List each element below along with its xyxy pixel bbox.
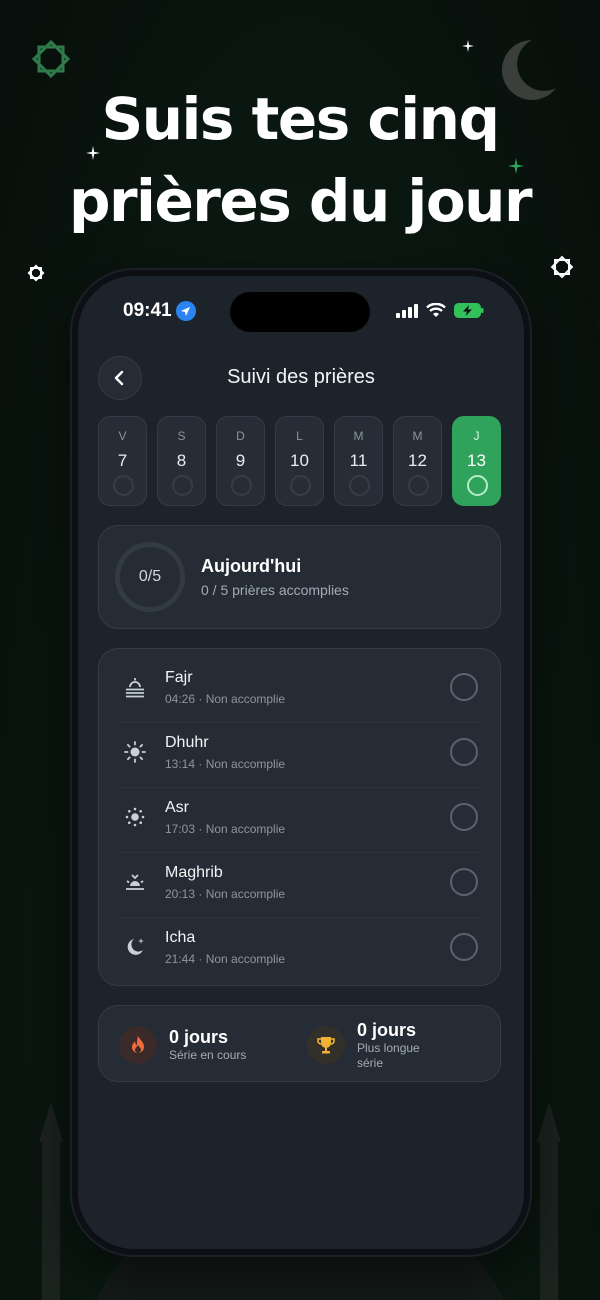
star-ornament-icon <box>550 255 574 279</box>
prayer-row-maghrib[interactable]: Maghrib 20:13 · Non accomplie <box>99 852 500 917</box>
day-progress-ring <box>172 475 193 496</box>
flame-icon <box>132 1036 144 1053</box>
prayer-check-circle[interactable] <box>450 933 478 961</box>
day-number: 13 <box>467 451 486 470</box>
minaret-left <box>39 1102 63 1300</box>
day-progress-ring <box>290 475 311 496</box>
sun-small-icon <box>125 807 145 827</box>
day-progress-ring <box>349 475 370 496</box>
moon-stars-icon <box>127 938 144 955</box>
app-screen: 09:41 Suivi des prières V 7 S 8 D 9 L 10… <box>78 276 524 1249</box>
sunrise-icon <box>126 678 144 698</box>
star-ornament-icon <box>27 264 45 282</box>
day-progress-ring <box>231 475 252 496</box>
today-title: Aujourd'hui <box>201 556 302 576</box>
prayer-check-circle[interactable] <box>450 868 478 896</box>
sunset-icon <box>126 874 144 890</box>
page-title: Suivi des prières <box>227 366 375 388</box>
location-arrow-icon <box>175 301 196 321</box>
prayer-check-circle[interactable] <box>450 738 478 766</box>
day-number: 11 <box>349 451 368 470</box>
longest-streak-value: 0 jours <box>357 1020 417 1040</box>
headline-line-2: prières du jour <box>68 167 533 235</box>
longest-streak-label: Plus longue série <box>357 1041 420 1071</box>
day-number: 12 <box>408 451 427 470</box>
prayer-time-status: 20:13 · Non accomplie <box>165 887 286 901</box>
day-item-13-selected[interactable]: J 13 <box>452 416 501 506</box>
day-number: 10 <box>290 451 309 470</box>
day-number: 8 <box>176 451 187 470</box>
trophy-icon <box>317 1037 335 1054</box>
streak-card: 0 jours Série en cours 0 jours Plus long… <box>98 1005 501 1082</box>
day-item-7[interactable]: V 7 <box>98 416 147 506</box>
today-subtitle: 0 / 5 prières accomplies <box>201 582 349 598</box>
prayer-name: Fajr <box>165 669 193 686</box>
prayer-time-status: 04:26 · Non accomplie <box>165 692 286 706</box>
day-item-9[interactable]: D 9 <box>216 416 265 506</box>
trophy-badge <box>307 1026 345 1064</box>
battery-charging-icon <box>454 303 484 318</box>
prayer-time-status: 13:14 · Non accomplie <box>165 757 286 771</box>
minaret-right <box>537 1102 561 1300</box>
phone-frame: 09:41 Suivi des prières V 7 S 8 D 9 L 10… <box>72 270 530 1255</box>
prayer-name: Maghrib <box>165 864 223 881</box>
day-letter: M <box>353 429 364 443</box>
status-bar-time: 09:41 <box>123 300 196 322</box>
clock-text: 09:41 <box>123 300 172 321</box>
prayer-time-status: 17:03 · Non accomplie <box>165 822 286 836</box>
prayer-time-status: 21:44 · Non accomplie <box>165 952 286 966</box>
longest-streak-label-line-2: série <box>357 1056 384 1070</box>
day-item-8[interactable]: S 8 <box>157 416 206 506</box>
prayer-name: Asr <box>165 799 189 816</box>
day-letter: J <box>473 429 480 443</box>
week-day-selector: V 7 S 8 D 9 L 10 M 11 M 12 J 13 <box>98 416 501 506</box>
wifi-icon <box>426 303 446 317</box>
prayer-name: Dhuhr <box>165 734 209 751</box>
dynamic-island <box>230 292 370 332</box>
day-letter: L <box>296 429 303 443</box>
sun-icon <box>124 741 146 763</box>
today-progress-text: 0/5 <box>138 568 162 585</box>
star-ornament-icon <box>32 40 70 78</box>
current-streak-label: Série en cours <box>169 1048 247 1062</box>
day-letter: M <box>412 429 423 443</box>
status-bar-icons <box>396 303 484 318</box>
prayer-name: Icha <box>165 929 196 946</box>
day-letter: S <box>177 429 186 443</box>
prayer-check-circle[interactable] <box>450 803 478 831</box>
prayer-row-asr[interactable]: Asr 17:03 · Non accomplie <box>99 787 500 852</box>
longest-streak-label-line-1: Plus longue <box>357 1041 420 1055</box>
prayer-list: Fajr 04:26 · Non accomplie Dhuhr 13:14 ·… <box>98 648 501 986</box>
signal-icon <box>396 303 418 318</box>
day-item-11[interactable]: M 11 <box>334 416 383 506</box>
flame-badge <box>119 1026 157 1064</box>
current-streak-value: 0 jours <box>169 1027 229 1047</box>
day-item-10[interactable]: L 10 <box>275 416 324 506</box>
sparkle-icon <box>462 40 474 52</box>
today-progress-ring: 0/5 <box>115 542 185 612</box>
day-letter: D <box>236 429 245 443</box>
headline-line-1: Suis tes cinq <box>101 85 500 153</box>
prayer-row-fajr[interactable]: Fajr 04:26 · Non accomplie <box>99 657 500 722</box>
day-letter: V <box>118 429 127 443</box>
prayer-check-circle[interactable] <box>450 673 478 701</box>
day-number: 9 <box>235 451 246 470</box>
day-number: 7 <box>117 451 128 470</box>
prayer-row-dhuhr[interactable]: Dhuhr 13:14 · Non accomplie <box>99 722 500 787</box>
today-summary-card: 0/5 Aujourd'hui 0 / 5 prières accomplies <box>98 525 501 629</box>
headline: Suis tes cinq prières du jour <box>0 78 600 242</box>
prayer-row-icha[interactable]: Icha 21:44 · Non accomplie <box>99 917 500 982</box>
day-progress-ring <box>467 475 488 496</box>
day-progress-ring <box>113 475 134 496</box>
day-item-12[interactable]: M 12 <box>393 416 442 506</box>
day-progress-ring <box>408 475 429 496</box>
